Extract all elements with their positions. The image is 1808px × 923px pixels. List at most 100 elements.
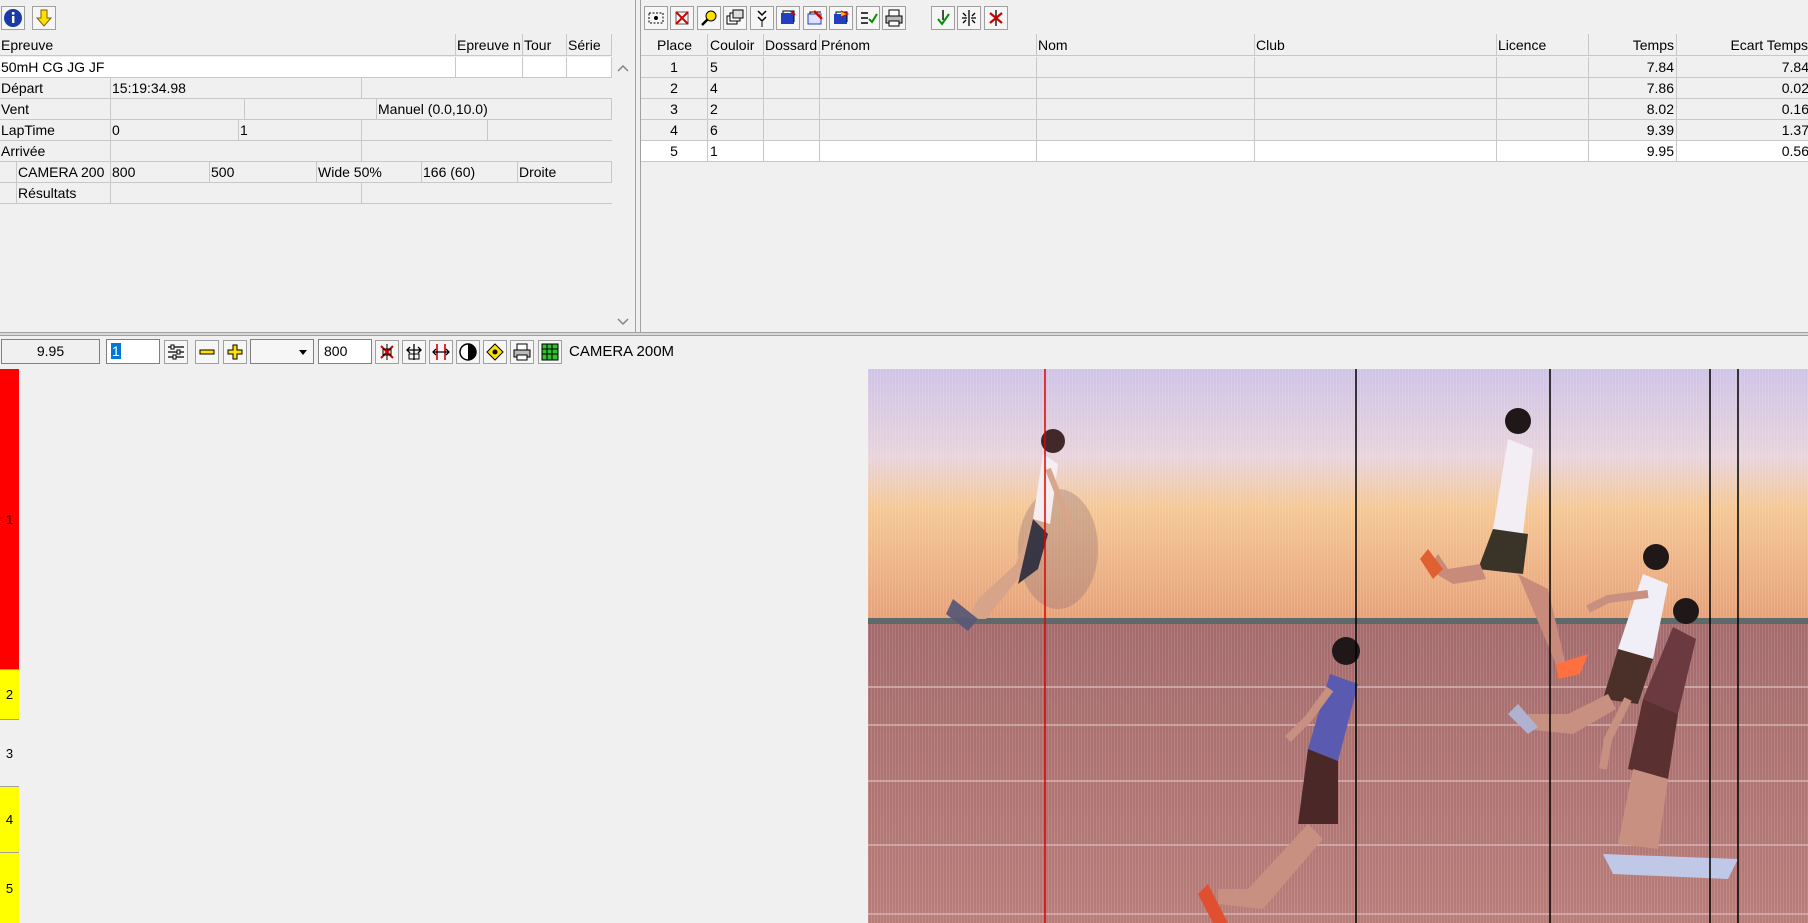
info-button[interactable]	[1, 6, 25, 30]
select-area-button[interactable]	[644, 6, 668, 30]
list-check-button[interactable]	[856, 6, 880, 30]
book-red-button[interactable]	[803, 6, 827, 30]
chevron-down-icon	[299, 350, 307, 355]
minus-icon	[199, 349, 215, 355]
result-nom	[1037, 57, 1255, 77]
result-licence	[1497, 99, 1589, 119]
sort-button[interactable]	[750, 6, 774, 30]
scroll-down-icon[interactable]	[612, 314, 634, 330]
result-lane: 5	[708, 57, 764, 77]
result-row[interactable]: 4 6 9.39 1.37	[641, 120, 1808, 141]
header-tour[interactable]: Tour	[523, 34, 567, 56]
arrivee-row[interactable]: Arrivée	[0, 141, 612, 162]
event-name-row[interactable]: 50mH CG JG JF	[0, 57, 612, 78]
header-serie[interactable]: Série	[567, 34, 612, 56]
printer-icon	[885, 9, 903, 27]
col-club[interactable]: Club	[1255, 34, 1497, 56]
contrast-icon	[459, 343, 477, 361]
zoom-in-button[interactable]	[223, 340, 247, 364]
print-image-button[interactable]	[510, 340, 534, 364]
photo-finish-viewer[interactable]	[20, 369, 1808, 923]
lane-4-indicator[interactable]: 4	[0, 787, 19, 853]
lane-3-indicator[interactable]: 3	[0, 720, 19, 787]
sliders-icon	[168, 344, 184, 360]
photo-finish-image[interactable]	[868, 369, 1808, 923]
event-round-cell	[523, 57, 567, 77]
search-button[interactable]	[697, 6, 721, 30]
col-ecart-temps[interactable]: Ecart Temps	[1677, 34, 1808, 56]
vent-mode: Manuel (0.0,10.0)	[377, 99, 612, 119]
finish-photo-svg	[868, 369, 1808, 923]
event-panel: Epreuve Epreuve n Tour Série 50mH CG JG …	[0, 0, 636, 332]
grid-button[interactable]	[538, 340, 562, 364]
contrast-button[interactable]	[456, 340, 480, 364]
validate-button[interactable]	[931, 6, 955, 30]
col-nom[interactable]: Nom	[1037, 34, 1255, 56]
result-licence	[1497, 78, 1589, 98]
book-blue-button[interactable]	[776, 6, 800, 30]
split-icon	[962, 10, 976, 26]
info-icon	[4, 9, 22, 27]
zoom-out-button[interactable]	[195, 340, 219, 364]
brightness-button[interactable]	[483, 340, 507, 364]
frame-input[interactable]: 1	[106, 339, 160, 364]
result-place: 4	[641, 120, 708, 140]
depart-label: Départ	[0, 78, 111, 98]
camera-v4: 166 (60)	[422, 162, 518, 182]
windows-button[interactable]	[723, 6, 747, 30]
event-name: 50mH CG JG JF	[0, 57, 456, 77]
header-epreuve-n[interactable]: Epreuve n	[456, 34, 523, 56]
chevrons-down-icon	[757, 10, 767, 27]
col-temps[interactable]: Temps	[1589, 34, 1677, 56]
result-time: 8.02	[1589, 99, 1677, 119]
depart-row[interactable]: Départ 15:19:34.98	[0, 78, 612, 99]
vent-label: Vent	[0, 99, 111, 119]
col-dossard[interactable]: Dossard	[764, 34, 820, 56]
camera-v2: 500	[210, 162, 317, 182]
result-dossard	[764, 78, 820, 98]
col-licence[interactable]: Licence	[1497, 34, 1589, 56]
vent-row[interactable]: Vent Manuel (0.0,10.0)	[0, 99, 612, 120]
settings-button[interactable]	[164, 340, 188, 364]
camera-row[interactable]: CAMERA 200 800 500 Wide 50% 166 (60) Dro…	[0, 162, 612, 183]
print-button[interactable]	[882, 6, 906, 30]
result-dossard	[764, 99, 820, 119]
split-button[interactable]	[957, 6, 981, 30]
lane-5-indicator[interactable]: 5	[0, 853, 19, 923]
result-nom	[1037, 120, 1255, 140]
result-row[interactable]: 2 4 7.86 0.02	[641, 78, 1808, 99]
align-lines-button[interactable]	[429, 340, 453, 364]
result-row-selected[interactable]: 5 1 9.95 0.56	[641, 141, 1808, 162]
zoom-select[interactable]	[250, 339, 314, 364]
col-couloir[interactable]: Couloir	[708, 34, 764, 56]
cancel-button[interactable]	[984, 6, 1008, 30]
delete-result-button[interactable]	[670, 6, 694, 30]
event-scrollbar[interactable]	[612, 56, 634, 332]
book-export-icon	[834, 10, 850, 24]
arrivee-value	[111, 141, 362, 161]
result-row[interactable]: 3 2 8.02 0.16	[641, 99, 1808, 120]
resultats-row[interactable]: Résultats	[0, 183, 612, 204]
col-prenom[interactable]: Prénom	[820, 34, 1037, 56]
result-time: 9.39	[1589, 120, 1677, 140]
book-export-button[interactable]	[829, 6, 853, 30]
width-input[interactable]: 800	[318, 339, 372, 364]
laptime-row[interactable]: LapTime 0 1	[0, 120, 612, 141]
result-club	[1255, 99, 1497, 119]
result-row[interactable]: 1 5 7.84 7.84	[641, 57, 1808, 78]
result-licence	[1497, 120, 1589, 140]
move-line-button[interactable]	[402, 340, 426, 364]
download-button[interactable]	[32, 6, 56, 30]
scroll-up-icon[interactable]	[612, 60, 634, 76]
camera-name: CAMERA 200	[17, 162, 111, 182]
lane-1-indicator[interactable]: 1	[0, 369, 19, 670]
result-dossard	[764, 57, 820, 77]
delete-line-button[interactable]	[375, 340, 399, 364]
header-epreuve[interactable]: Epreuve	[0, 34, 456, 56]
time-display: 9.95	[1, 339, 100, 364]
laptime-label: LapTime	[0, 120, 111, 140]
lane-2-indicator[interactable]: 2	[0, 670, 19, 720]
result-club	[1255, 78, 1497, 98]
viewer-toolbar: 9.95 1 800 CAMERA 200M	[0, 336, 1808, 368]
col-place[interactable]: Place	[641, 34, 708, 56]
